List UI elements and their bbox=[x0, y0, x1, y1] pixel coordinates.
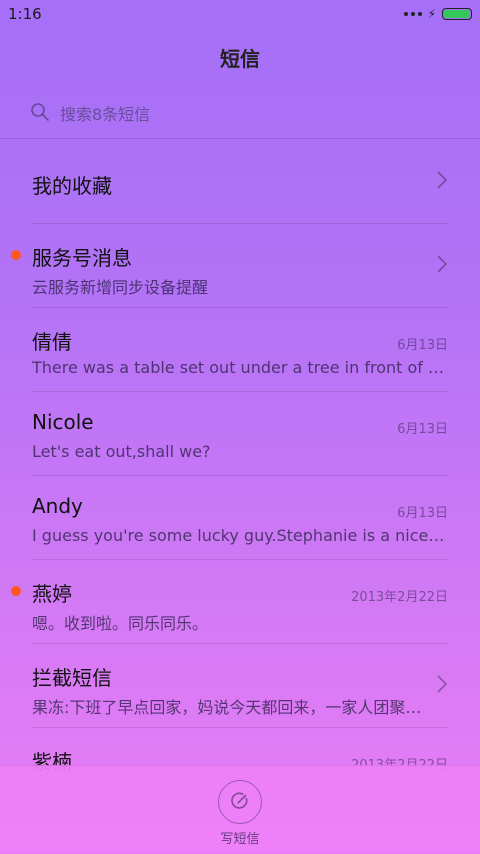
search-icon bbox=[30, 102, 50, 126]
item-title: 燕婷 bbox=[32, 582, 72, 606]
bottom-bar: 写短信 bbox=[0, 765, 480, 854]
item-date: 2013年2月22日 bbox=[351, 590, 448, 605]
status-bar: 1:16 ⚡ bbox=[0, 0, 480, 28]
item-snippet: 云服务新增同步设备提醒 bbox=[32, 278, 209, 297]
item-date: 6月13日 bbox=[397, 422, 448, 437]
item-snippet: I guess you're some lucky guy.Stephanie … bbox=[32, 526, 446, 545]
item-date: 6月13日 bbox=[397, 506, 448, 521]
item-date: 6月13日 bbox=[397, 338, 448, 353]
list-item-conversation[interactable]: Andy 6月13日 I guess you're some lucky guy… bbox=[0, 476, 480, 560]
chevron-right-icon bbox=[436, 254, 448, 274]
list-item-blocked[interactable]: 拦截短信 果冻:下班了早点回家，妈说今天都回来，一家人团聚过年吧 bbox=[0, 644, 480, 728]
item-snippet: 嗯。收到啦。同乐同乐。 bbox=[32, 614, 209, 633]
item-title: 我的收藏 bbox=[32, 174, 112, 198]
signal-dots-icon bbox=[403, 12, 422, 16]
list-item-conversation[interactable]: Nicole 6月13日 Let's eat out,shall we? bbox=[0, 392, 480, 476]
status-time: 1:16 bbox=[8, 5, 42, 23]
conversation-list: 我的收藏 服务号消息 云服务新增同步设备提醒 倩倩 6月13日 There wa… bbox=[0, 140, 480, 812]
compose-button[interactable] bbox=[218, 780, 262, 824]
unread-dot-icon bbox=[11, 250, 21, 260]
item-snippet: Let's eat out,shall we? bbox=[32, 442, 211, 461]
divider bbox=[0, 138, 480, 139]
battery-icon bbox=[442, 8, 472, 20]
list-item-conversation[interactable]: 燕婷 2013年2月22日 嗯。收到啦。同乐同乐。 bbox=[0, 560, 480, 644]
charging-icon: ⚡ bbox=[427, 7, 436, 21]
list-item-conversation[interactable]: 倩倩 6月13日 There was a table set out under… bbox=[0, 308, 480, 392]
search-input[interactable] bbox=[58, 103, 262, 125]
compose-icon bbox=[229, 790, 251, 815]
item-snippet: 果冻:下班了早点回家，妈说今天都回来，一家人团聚过年吧 bbox=[32, 698, 428, 717]
item-title: 倩倩 bbox=[32, 330, 72, 354]
compose-label: 写短信 bbox=[220, 832, 260, 847]
item-title: Nicole bbox=[32, 410, 94, 434]
item-snippet: There was a table set out under a tree i… bbox=[32, 358, 446, 377]
list-item-favorites[interactable]: 我的收藏 bbox=[0, 140, 480, 224]
list-item-service[interactable]: 服务号消息 云服务新增同步设备提醒 bbox=[0, 224, 480, 308]
chevron-right-icon bbox=[436, 170, 448, 190]
status-icons: ⚡ bbox=[403, 6, 472, 22]
item-title: 服务号消息 bbox=[32, 246, 132, 270]
unread-dot-icon bbox=[11, 586, 21, 596]
page-title: 短信 bbox=[220, 47, 260, 71]
chevron-right-icon bbox=[436, 674, 448, 694]
item-title: 拦截短信 bbox=[32, 666, 112, 690]
search-bar[interactable] bbox=[30, 100, 450, 128]
item-title: Andy bbox=[32, 494, 83, 518]
